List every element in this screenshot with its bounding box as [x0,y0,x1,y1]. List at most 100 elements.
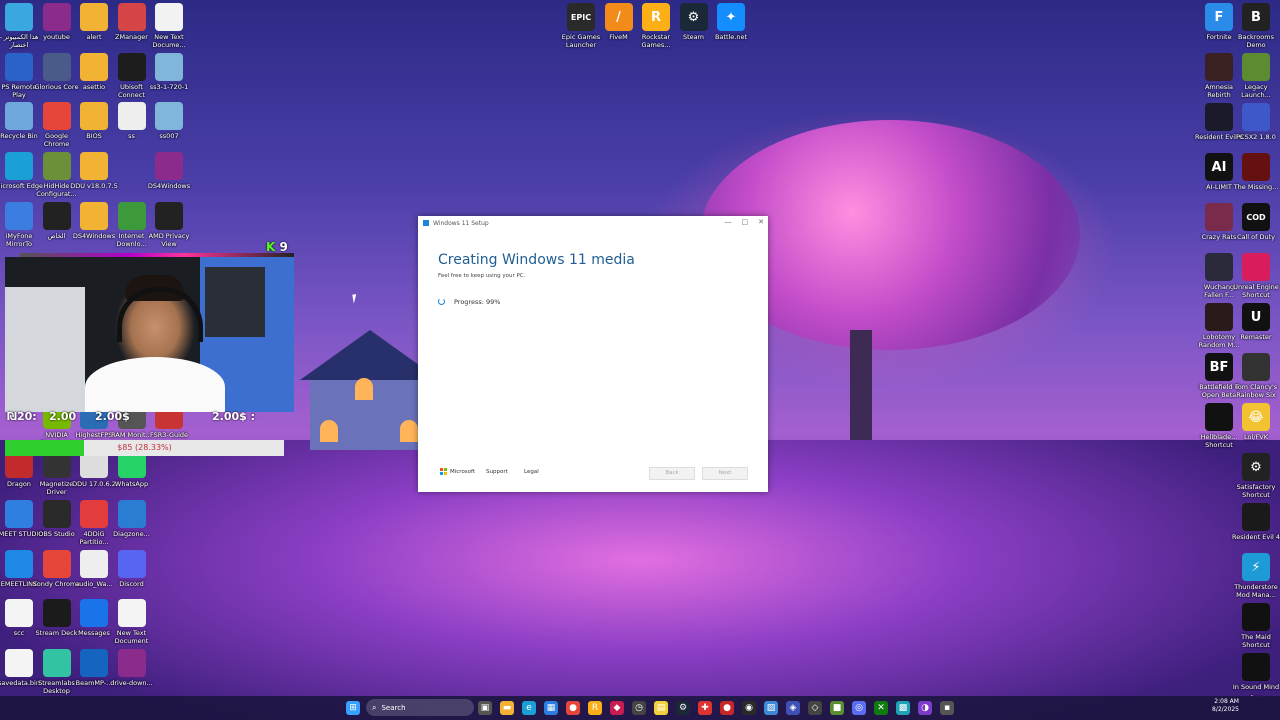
desktop-icon[interactable]: ss3-1-720-1 [144,52,194,91]
antivirus-icon[interactable]: ✚ [698,701,712,715]
taskbar-search[interactable]: ⌕ Search [366,699,474,716]
beammp-icon [80,649,108,678]
support-link[interactable]: Support [486,469,508,475]
streamlabs-icon [42,649,71,678]
in-sound-mind-icon [1242,653,1270,681]
microsoft-brand: Microsoft [440,468,475,475]
blank-file-icon [5,649,33,678]
desktop-icon[interactable]: Discord [107,549,157,588]
recorder-icon[interactable]: ● [720,701,734,715]
desktop-icon-label: Remaster [1240,333,1272,341]
windows-start-icon[interactable]: ⊞ [346,701,360,715]
desktop-icon[interactable]: ✦ Battle.net [706,3,756,41]
file-explorer-icon[interactable]: ▬ [500,701,514,715]
text-document-icon [117,599,146,628]
desktop-icon[interactable]: U Remaster [1231,303,1280,341]
close-button[interactable]: ✕ [758,218,764,226]
desktop-icon[interactable]: New Text Docume... [144,3,194,49]
desktop-icon-label: Tom Clancy's Rainbow Six [1234,383,1278,399]
idm-icon [117,201,146,230]
app-icon[interactable]: ◆ [610,701,624,715]
battlenet-icon: ✦ [717,3,745,31]
rockstar-icon[interactable]: R [588,701,602,715]
desktop-icon[interactable]: PCSX2 1.8.0 [1231,103,1280,141]
store-icon[interactable]: ▦ [544,701,558,715]
desktop-icon[interactable]: ⚙ Satisfactory Shortcut [1231,453,1280,499]
app3-icon[interactable]: ◑ [918,701,932,715]
progress-spinner-icon [438,298,445,305]
notes-icon[interactable]: ▤ [654,701,668,715]
taskbar: ⌕ Search ⊞ ▣ ▬ e ▦ ● R ◆ ◷ ▤ ⚙ ✚ ● ◉ ▨ ◈ ◇ ■ ◎ ✕ ▩ ◑ ▪ 2:08 AM… [0,696,1280,720]
edge-icon[interactable]: e [522,701,536,715]
desktop-icon[interactable]: Tom Clancy's Rainbow Six [1231,353,1280,399]
chrome-icon [42,549,71,578]
kick-count: 9 [279,240,288,254]
computer-icon [5,3,33,31]
photos-icon[interactable]: ▨ [764,701,778,715]
next-button[interactable]: Next [702,467,748,480]
audio-file-icon [80,549,108,578]
desktop-icon-label: FSR3-Guide [149,430,189,439]
desktop-icon[interactable]: The Maid Shortcut [1231,603,1280,649]
desktop-icon[interactable]: AMD Privacy View [144,201,194,248]
the-maid-icon [1242,603,1270,631]
ubisoft-icon [117,52,146,81]
microsoft-brand-text: Microsoft [450,468,476,475]
chrome-icon[interactable]: ● [566,701,580,715]
minimize-button[interactable]: — [725,218,732,226]
desktop-icon-label: AMD Privacy View [148,231,190,248]
image-icon [155,102,183,131]
setup-titlebar[interactable]: Windows 11 Setup [418,216,768,230]
desktop-icon[interactable]: DS4Windows [144,152,194,190]
app2-icon[interactable]: ▩ [896,701,910,715]
clock-icon[interactable]: ◷ [632,701,646,715]
obs-icon[interactable]: ◉ [742,701,756,715]
folder-icon [80,152,108,181]
setup-window-icon [423,220,429,226]
steam-icon[interactable]: ⚙ [676,701,690,715]
desktop-icon[interactable]: Diagzone... [107,500,157,538]
window-controls: — □ ✕ [725,218,765,226]
desktop-icon[interactable]: The Missing... [1231,153,1280,191]
wuchang-icon [1205,253,1233,281]
desktop-icon[interactable]: Unreal Engine Shortcut [1231,253,1280,299]
resident-evil-4-icon [1242,503,1270,531]
xbox-icon[interactable]: ✕ [874,701,888,715]
winrar-icon [155,152,183,181]
code-icon[interactable]: ◇ [808,701,822,715]
thunderstore-icon: ⚡ [1242,553,1270,581]
desktop-icon[interactable]: DDU v18.0.7.5 [69,152,119,190]
task-view-icon[interactable]: ▣ [478,701,492,715]
vpn-icon[interactable]: ◈ [786,701,800,715]
system-clock[interactable]: 2:08 AM 8/2/2025 [1212,698,1239,714]
rockstar-icon: R [642,3,670,31]
desktop-icon[interactable]: ss007 [144,102,194,140]
maximize-button[interactable]: □ [742,218,749,226]
donation-mid1: 2.00 [49,410,77,423]
desktop-icon[interactable]: New Text Document [107,599,157,645]
desktop-icon[interactable]: In Sound Mind - ... [1231,653,1280,699]
progress-label: Progress: 99% [454,298,501,306]
desktop-icon-label: Battle.net [714,33,748,41]
desktop-icon[interactable]: B Backrooms Demo [1231,3,1280,49]
desktop-icon[interactable]: drive-down... [107,649,157,687]
desktop-icon[interactable]: COD Call of Duty [1231,203,1280,241]
folder-icon [80,3,108,31]
back-button[interactable]: Back [649,467,695,480]
desktop-icon[interactable]: Legacy Launch... [1231,53,1280,99]
minecraft-icon[interactable]: ■ [830,701,844,715]
app4-icon[interactable]: ▪ [940,701,954,715]
amnesia-icon [1205,53,1233,81]
minecraft-icon [1242,53,1270,81]
clock-time: 2:08 AM [1214,698,1239,705]
legal-link[interactable]: Legal [524,469,539,475]
donation-goal-text: $85 (28.33%) [117,443,172,452]
windows-setup-window: Windows 11 Setup — □ ✕ Creating Windows … [418,216,768,492]
messenger-icon[interactable]: ◎ [852,701,866,715]
desktop-icon[interactable]: ⚡ Thunderstore Mod Mana... [1231,553,1280,599]
desktop-icon[interactable]: Resident Evil 4 [1231,503,1280,541]
desktop-icon[interactable]: 😂 Lol/FVK [1231,403,1280,441]
winrar-icon [42,3,71,31]
text-document-icon [155,3,183,31]
edge-icon [5,152,33,181]
